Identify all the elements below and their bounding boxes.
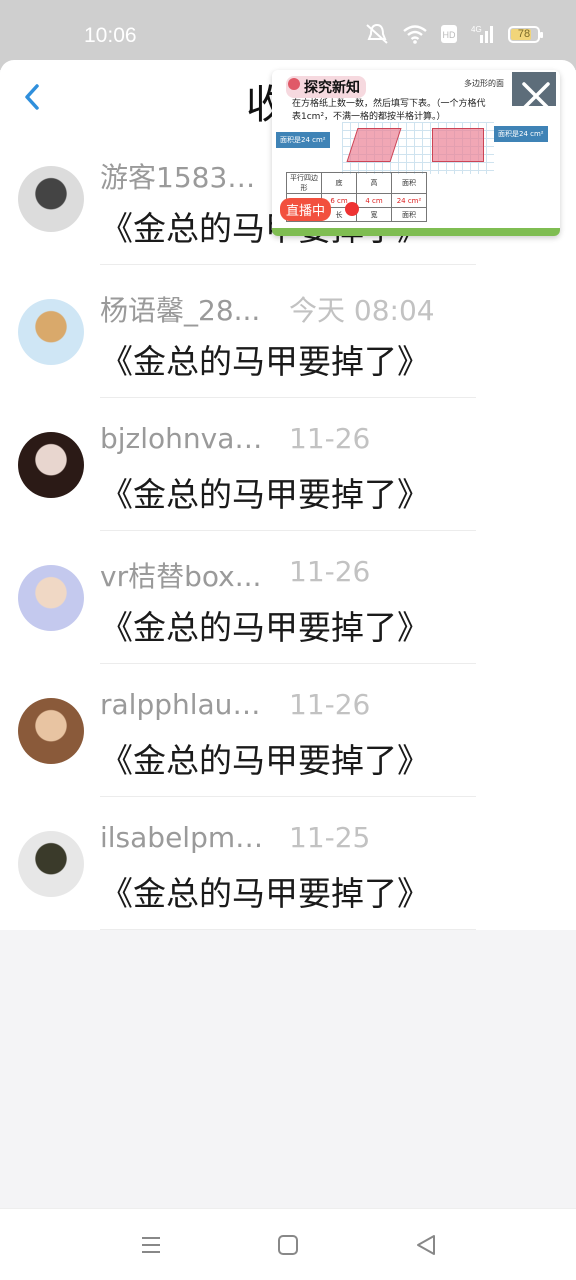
- back-arrow-icon[interactable]: [18, 82, 48, 112]
- message-list: 游客15836... 《金总的马甲要掉了》 杨语馨_28... 今天 08:04…: [0, 132, 576, 930]
- signal-icon: 4G: [471, 25, 493, 43]
- avatar[interactable]: [18, 299, 84, 365]
- svg-text:4G: 4G: [471, 25, 482, 34]
- status-time: 10:06: [84, 24, 137, 47]
- mute-icon: [366, 23, 388, 44]
- hd-icon: HD: [441, 25, 457, 43]
- message-row[interactable]: 杨语馨_28... 今天 08:04 《金总的马甲要掉了》: [0, 265, 576, 398]
- table-cell: 底: [321, 172, 357, 194]
- record-dot: [345, 202, 359, 216]
- message-time: 11-26: [289, 688, 371, 721]
- sender-name: ralpphlauw...: [100, 688, 270, 721]
- svg-text:HD: HD: [443, 30, 456, 40]
- sender-name: vr桔替box...: [100, 560, 262, 593]
- wifi-icon: [403, 25, 427, 44]
- table-cell: 平行四边形: [286, 172, 322, 194]
- avatar[interactable]: [18, 698, 84, 764]
- message-row[interactable]: ralpphlauw... 11-26 《金总的马甲要掉了》: [0, 664, 576, 797]
- instruction-line-1: 在方格纸上数一数，然后填写下表。（一个方格代: [292, 99, 486, 109]
- table-cell: 面积: [391, 172, 427, 194]
- rectangle-shape: [432, 128, 484, 162]
- lesson-caption: 多边形的面: [464, 79, 504, 88]
- table-cell: 24 cm²: [391, 193, 427, 208]
- table-cell: 4 cm: [356, 193, 392, 208]
- battery-icon: 78: [508, 25, 543, 43]
- status-icons: HD 4G 78: [364, 22, 543, 46]
- sender-name: 游客15836...: [100, 161, 270, 194]
- message-text: 《金总的马甲要掉了》: [100, 475, 430, 514]
- close-icon[interactable]: [516, 76, 556, 116]
- table-cell: 高: [356, 172, 392, 194]
- message-text: 《金总的马甲要掉了》: [100, 342, 430, 381]
- area-note-right: 面积是24 cm²: [494, 126, 548, 142]
- live-video-overlay[interactable]: 探究新知 多边形的面 在方格纸上数一数，然后填写下表。（一个方格代 表1cm²，…: [272, 70, 560, 236]
- row-divider: [100, 929, 476, 930]
- avatar[interactable]: [18, 166, 84, 232]
- home-icon[interactable]: [272, 1229, 304, 1261]
- message-text: 《金总的马甲要掉了》: [100, 608, 430, 647]
- message-row[interactable]: vr桔替box... 11-26 《金总的马甲要掉了》: [0, 531, 576, 664]
- message-text: 《金总的马甲要掉了》: [100, 874, 430, 913]
- table-row: 平行四边形 底 高 面积: [286, 172, 427, 194]
- message-row[interactable]: ilsabelpma... 11-25 《金总的马甲要掉了》: [0, 797, 576, 930]
- message-time: 11-26: [289, 422, 371, 455]
- system-nav-bar: [0, 1208, 576, 1280]
- instruction-line-2: 表1cm²，不满一格的都按半格计算。）: [292, 112, 446, 122]
- avatar[interactable]: [18, 565, 84, 631]
- message-row[interactable]: bjzlohnvar... 11-26 《金总的马甲要掉了》: [0, 398, 576, 531]
- avatar[interactable]: [18, 831, 84, 897]
- table-cell: 面积: [391, 207, 427, 222]
- lesson-title: 探究新知: [286, 76, 366, 98]
- area-note-left: 面积是24 cm²: [276, 132, 330, 148]
- menu-icon[interactable]: [135, 1229, 167, 1261]
- avatar[interactable]: [18, 432, 84, 498]
- grass-decoration: [272, 228, 560, 236]
- message-time: 今天 08:04: [289, 294, 435, 327]
- sender-name: 杨语馨_28...: [100, 294, 261, 327]
- message-text: 《金总的马甲要掉了》: [100, 741, 430, 780]
- back-triangle-icon[interactable]: [410, 1229, 442, 1261]
- sender-name: ilsabelpma...: [100, 821, 270, 854]
- sender-name: bjzlohnvar...: [100, 422, 270, 455]
- message-time: 11-26: [289, 555, 371, 588]
- battery-percent: 78: [517, 28, 531, 40]
- live-badge: 直播中: [280, 198, 332, 221]
- message-time: 11-25: [289, 821, 371, 854]
- table-cell: 宽: [356, 207, 392, 222]
